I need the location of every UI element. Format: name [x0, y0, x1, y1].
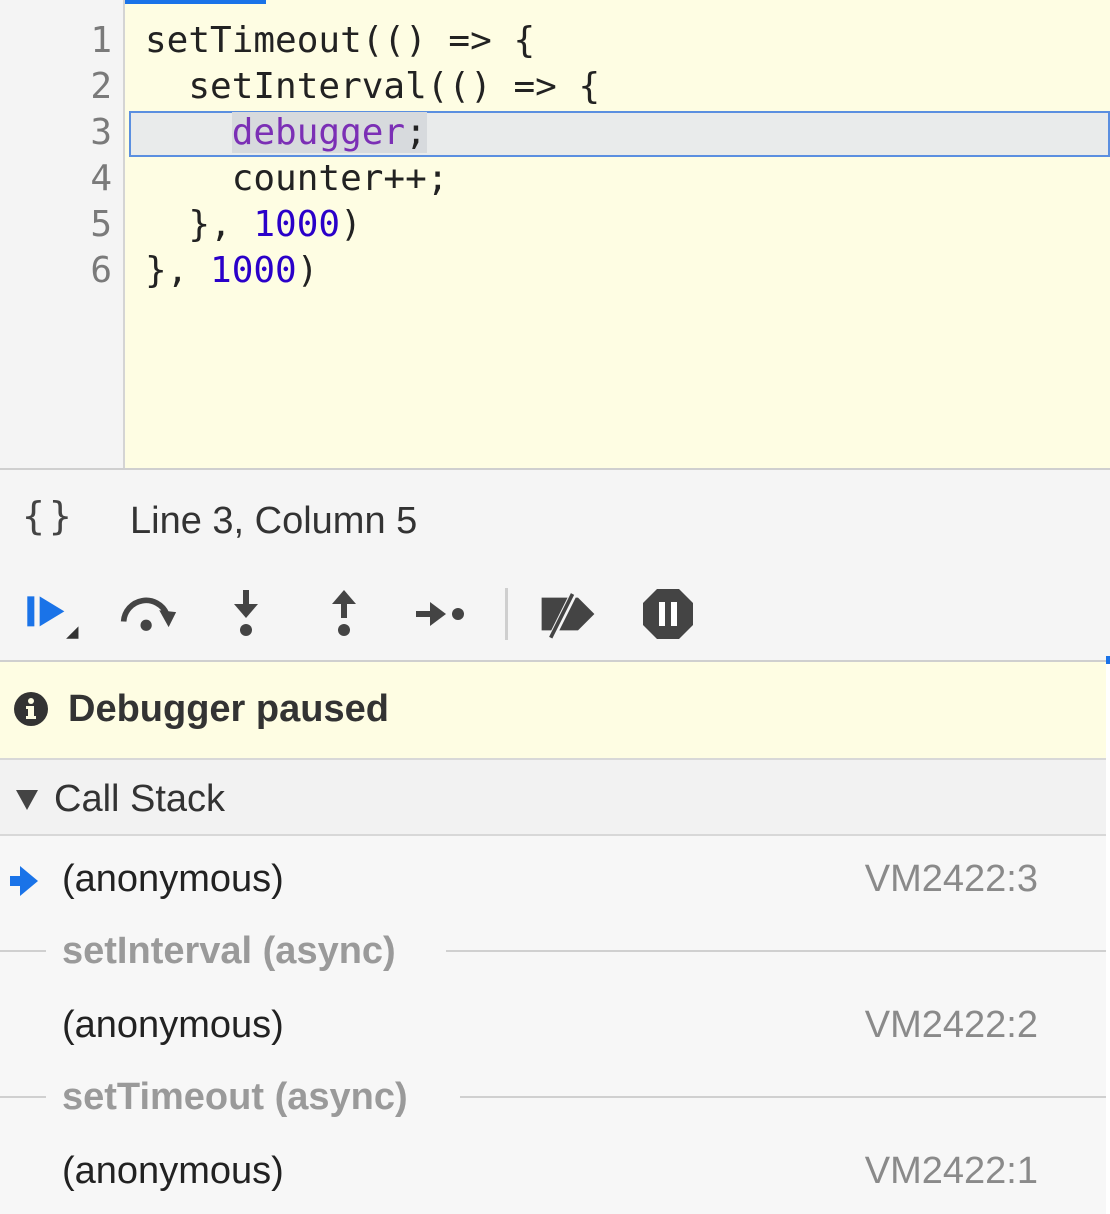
async-separator: setTimeout (async) [0, 1060, 1106, 1132]
code-text: ) [296, 250, 319, 291]
code-lines[interactable]: setTimeout(() => { setInterval(() => { d… [125, 18, 1110, 294]
number-literal: 1000 [210, 250, 297, 291]
pause-on-exceptions-icon [643, 589, 693, 639]
step-icon [416, 602, 464, 626]
panel-accent [1106, 656, 1110, 664]
divider [0, 950, 46, 952]
cursor-position: Line 3, Column 5 [130, 500, 418, 542]
frame-function-name: (anonymous) [62, 1150, 284, 1192]
paused-message: Debugger paused [68, 688, 389, 730]
line-number[interactable]: 6 [0, 248, 112, 294]
code-text: counter++; [145, 158, 449, 199]
active-tab-indicator [122, 0, 266, 4]
resume-button[interactable] [22, 588, 82, 640]
frame-function-name: (anonymous) [62, 858, 284, 900]
line-number[interactable]: 1 [0, 18, 112, 64]
step-over-icon [120, 597, 177, 631]
code-line[interactable]: }, 1000) [125, 248, 1110, 294]
number-literal: 1000 [253, 204, 341, 245]
code-line[interactable]: setTimeout(() => { [125, 18, 1110, 64]
code-text: setInterval(() => { [145, 66, 601, 107]
divider [446, 950, 1106, 952]
line-gutter: 1 2 3 4 5 6 [0, 0, 125, 468]
call-frame[interactable]: (anonymous) VM2422:2 [0, 988, 1106, 1060]
frame-location[interactable]: VM2422:3 [865, 858, 1038, 901]
code-line[interactable]: }, 1000) [125, 202, 1110, 248]
step-out-icon [332, 590, 356, 636]
divider [460, 1096, 1106, 1098]
debugger-paused-banner: Debugger paused [0, 662, 1106, 760]
info-icon [14, 692, 48, 726]
line-number[interactable]: 5 [0, 202, 112, 248]
code-text: ) [340, 204, 362, 245]
call-stack-title: Call Stack [54, 778, 226, 820]
async-label: setInterval (async) [62, 930, 396, 972]
deactivate-breakpoints-icon [541, 590, 595, 639]
code-line[interactable]: setInterval(() => { [125, 64, 1110, 110]
call-stack-header[interactable]: Call Stack [0, 760, 1106, 836]
current-execution-line[interactable]: debugger; [125, 110, 1110, 157]
pause-on-exceptions-button[interactable] [638, 588, 698, 640]
step-into-button[interactable] [216, 588, 276, 640]
resume-icon [27, 596, 79, 639]
devtools-sources-panel: 1 2 3 4 5 6 setTimeout(() => { setInterv… [0, 0, 1110, 1214]
code-text: ; [405, 112, 427, 153]
code-editor[interactable]: 1 2 3 4 5 6 setTimeout(() => { setInterv… [0, 0, 1110, 468]
debugger-toolbar [0, 568, 1110, 662]
step-into-icon [234, 590, 258, 636]
current-frame-arrow-icon [10, 866, 38, 896]
line-number[interactable]: 4 [0, 156, 112, 202]
frame-location[interactable]: VM2422:2 [865, 1004, 1038, 1047]
divider [0, 1096, 46, 1098]
frame-location[interactable]: VM2422:1 [865, 1150, 1038, 1193]
editor-status-bar: {} Line 3, Column 5 [0, 468, 1110, 570]
code-text: }, [145, 250, 211, 291]
call-frame-current[interactable]: (anonymous) VM2422:3 [0, 842, 1106, 914]
frame-function-name: (anonymous) [62, 1004, 284, 1046]
code-line[interactable]: counter++; [125, 156, 1110, 202]
code-text: }, [145, 204, 254, 245]
code-text: setTimeout(() => { [145, 20, 536, 61]
debugger-keyword: debugger [231, 112, 406, 153]
async-separator: setInterval (async) [0, 914, 1106, 986]
pretty-print-button[interactable]: {} [22, 494, 76, 538]
line-number[interactable]: 2 [0, 64, 112, 110]
chevron-down-icon [16, 790, 38, 810]
call-stack-list: (anonymous) VM2422:3 setInterval (async)… [0, 836, 1106, 1214]
call-frame[interactable]: (anonymous) VM2422:1 [0, 1134, 1106, 1206]
step-over-button[interactable] [118, 588, 178, 640]
toolbar-separator [505, 588, 508, 640]
line-number[interactable]: 3 [0, 110, 112, 156]
step-out-button[interactable] [314, 588, 374, 640]
deactivate-breakpoints-button[interactable] [538, 588, 598, 640]
async-label: setTimeout (async) [62, 1076, 408, 1118]
step-button[interactable] [410, 588, 470, 640]
